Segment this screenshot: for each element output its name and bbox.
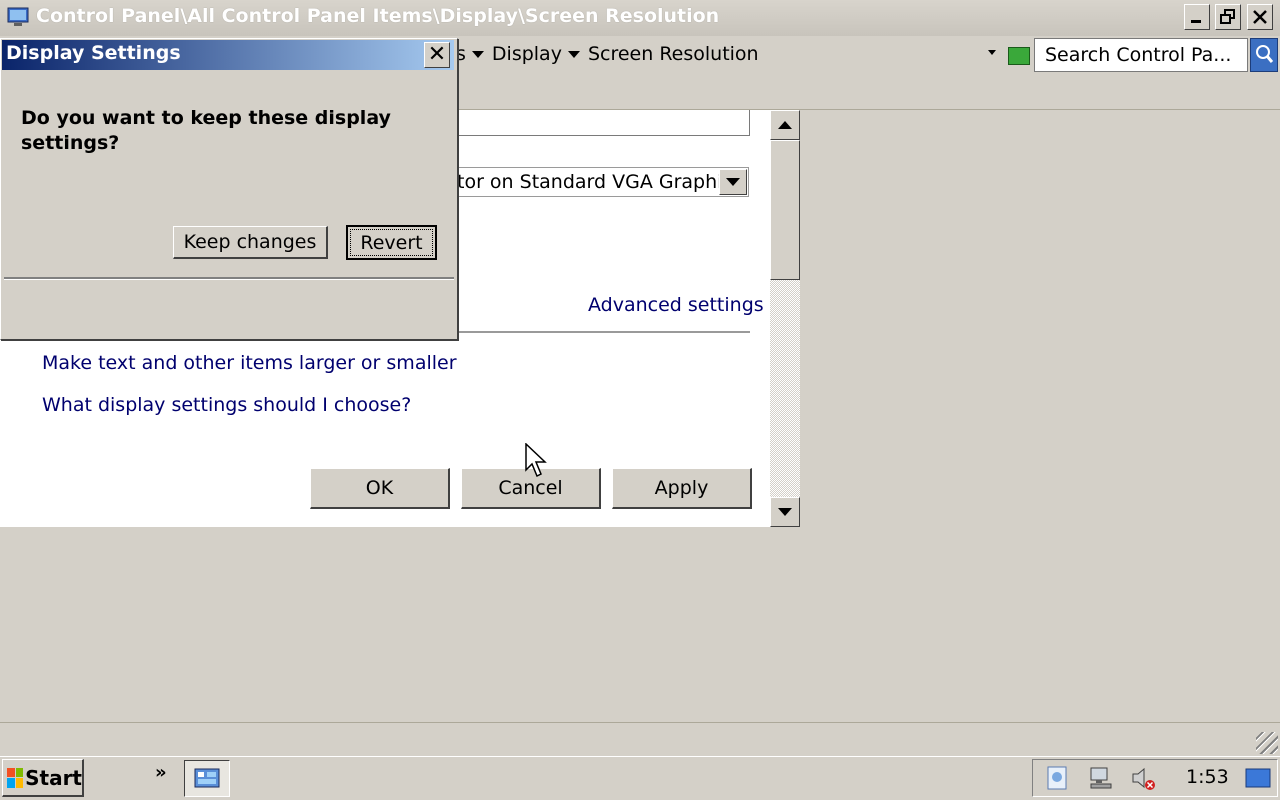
dialog-close-button[interactable]: ✕	[424, 42, 450, 68]
dialog-divider	[4, 277, 454, 280]
volume-muted-icon[interactable]	[1130, 765, 1156, 791]
close-icon	[1253, 10, 1267, 24]
apply-button[interactable]: Apply	[612, 468, 752, 509]
display-help-link[interactable]: What display settings should I choose?	[42, 394, 411, 416]
dialog-title: Display Settings	[6, 42, 181, 64]
display-select[interactable]: tor on Standard VGA Graphics	[456, 167, 749, 197]
scrollbar-thumb[interactable]	[770, 140, 800, 280]
control-panel-icon	[7, 7, 29, 26]
text-size-link[interactable]: Make text and other items larger or smal…	[42, 352, 457, 374]
control-panel-icon	[194, 768, 220, 787]
display-image-area	[456, 110, 750, 136]
quick-launch-chevron-icon[interactable]: »	[155, 762, 167, 783]
taskbar-control-panel-button[interactable]	[184, 760, 230, 797]
display-settings-dialog	[0, 38, 458, 340]
refresh-icon[interactable]	[1008, 47, 1030, 65]
mouse-pointer-icon	[525, 443, 547, 478]
advanced-settings-link[interactable]: Advanced settings	[588, 294, 764, 316]
search-icon	[1256, 45, 1274, 63]
breadcrumb[interactable]: s Display Screen Resolution	[456, 38, 1032, 70]
status-bar	[0, 722, 1280, 756]
keep-changes-button[interactable]: Keep changes	[173, 226, 328, 259]
address-history-dropdown-icon[interactable]	[988, 50, 996, 55]
search-input[interactable]: Search Control Pa...	[1034, 38, 1248, 72]
windows-logo-icon	[7, 767, 24, 788]
close-icon: ✕	[427, 42, 447, 67]
breadcrumb-item-display[interactable]: Display	[492, 43, 562, 65]
network-icon[interactable]	[1088, 765, 1114, 791]
show-desktop-icon[interactable]	[1245, 765, 1271, 791]
scroll-up-button[interactable]	[770, 110, 800, 140]
focus-ring	[350, 229, 433, 256]
restore-icon	[1220, 9, 1235, 24]
resize-grip[interactable]	[1256, 732, 1278, 754]
divider	[456, 331, 750, 333]
window-title: Control Panel\All Control Panel Items\Di…	[36, 5, 720, 27]
chevron-down-icon	[778, 508, 792, 516]
revert-button[interactable]: Revert	[346, 225, 437, 260]
dialog-question: Do you want to keep these display settin…	[21, 107, 391, 154]
ok-button[interactable]: OK	[310, 468, 450, 509]
clock[interactable]: 1:53	[1186, 766, 1229, 788]
display-select-dropdown-button[interactable]	[719, 169, 747, 195]
chevron-down-icon[interactable]	[567, 50, 580, 58]
scroll-down-button[interactable]	[770, 497, 800, 527]
display-select-value: tor on Standard VGA Graphics	[457, 171, 743, 193]
minimize-icon	[1191, 20, 1201, 23]
breadcrumb-item-screen-resolution[interactable]: Screen Resolution	[588, 43, 759, 65]
start-button[interactable]: Start	[2, 759, 84, 797]
restore-button[interactable]	[1215, 4, 1241, 30]
action-center-icon[interactable]	[1044, 765, 1070, 791]
chevron-up-icon	[778, 121, 792, 129]
search-button[interactable]	[1250, 38, 1278, 72]
minimize-button[interactable]	[1184, 4, 1210, 30]
chevron-down-icon[interactable]	[471, 50, 484, 58]
start-label: Start	[25, 765, 82, 790]
chevron-down-icon	[726, 178, 740, 186]
close-window-button[interactable]	[1247, 4, 1273, 30]
